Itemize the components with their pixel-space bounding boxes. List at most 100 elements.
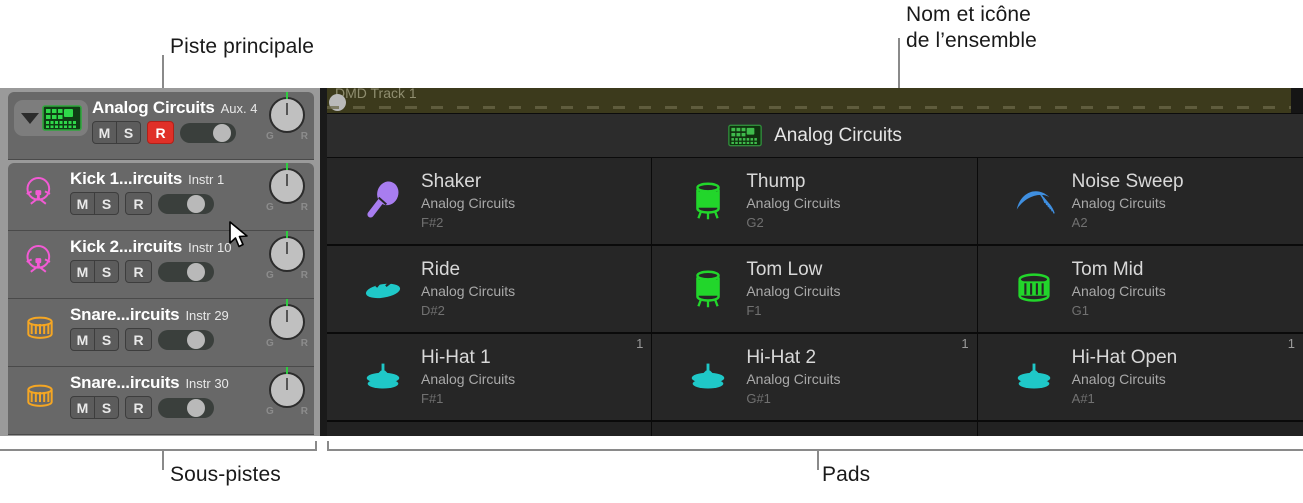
pad-note: D#2 [421, 303, 445, 318]
pad-badge: 1 [1287, 336, 1295, 351]
subtrack-channel: Instr 29 [185, 308, 229, 323]
pan-knob-group[interactable]: GR [264, 367, 310, 417]
midi-region-strip[interactable]: DMD Track 1 [327, 88, 1303, 114]
pad-note: G1 [1071, 303, 1089, 318]
mute-button[interactable]: M [92, 121, 117, 144]
pad-name: Hi-Hat 1 [421, 347, 491, 368]
noise-sweep-icon [1016, 191, 1055, 214]
pan-knob-group[interactable]: GR [264, 231, 310, 281]
pad-cell[interactable]: Tom Low Analog Circuits F1 [652, 246, 978, 334]
subtrack-header[interactable]: Kick 2...ircuits Instr 10 M S R G R [8, 231, 314, 299]
pad-subtitle: Analog Circuits [421, 283, 516, 299]
track-headers-sidebar: Analog Circuits Aux. 4 M S R G R Kick 1.… [0, 88, 320, 436]
mute-button[interactable]: M [70, 396, 95, 419]
pad-note: F1 [746, 303, 762, 318]
subtrack-name: Kick 2...ircuits [70, 237, 183, 256]
annotation-subtracks: Sous-pistes [170, 463, 281, 486]
pad-subtitle: Analog Circuits [746, 283, 841, 299]
pan-knob[interactable] [269, 367, 305, 408]
track-disclosure-button[interactable] [14, 100, 88, 136]
volume-slider-thumb[interactable] [187, 262, 205, 281]
brace-sidebar [0, 449, 317, 451]
volume-slider[interactable] [180, 122, 236, 143]
subtrack-header[interactable]: Kick 1...ircuits Instr 1MSRGR [8, 163, 314, 231]
annotation-pads: Pads [822, 463, 871, 486]
knob-value-marker [286, 299, 288, 306]
pan-knob[interactable] [269, 92, 305, 133]
pad-cell[interactable]: Hi-Hat Open Analog Circuits A#1 1 [977, 334, 1303, 422]
volume-slider[interactable] [158, 329, 214, 350]
region-note-marks [327, 106, 1303, 109]
subtrack-channel: Instr 10 [188, 240, 232, 255]
mute-button[interactable]: M [70, 192, 95, 215]
pad-cell[interactable]: Noise Sweep Analog Circuits A2 [977, 158, 1303, 246]
solo-button[interactable]: S [95, 328, 119, 351]
pan-knob-group[interactable]: GR [264, 299, 310, 349]
volume-slider-thumb[interactable] [213, 123, 231, 142]
record-enable-button[interactable]: R [147, 121, 174, 144]
pan-knob[interactable] [269, 163, 305, 204]
volume-slider[interactable] [158, 193, 214, 214]
volume-slider[interactable] [158, 397, 214, 418]
pad-icon-slot [670, 354, 746, 400]
knob-value-marker [286, 367, 288, 374]
pad-cell[interactable]: Hi-Hat 2 Analog Circuits G#1 1 [652, 334, 978, 422]
pad-cell[interactable]: Hi-Hat 1 Analog Circuits F#1 1 [327, 334, 653, 422]
main-track-header[interactable]: Analog Circuits Aux. 4 M S R G R [8, 92, 314, 160]
knob-label-g: G [266, 338, 274, 349]
pad-icon-slot [670, 266, 746, 312]
solo-button[interactable]: S [95, 192, 119, 215]
pad-note: G#1 [746, 391, 771, 406]
solo-button[interactable]: S [95, 260, 119, 283]
leader-line-main-track [162, 55, 164, 89]
pad-name: Tom Mid [1071, 259, 1144, 280]
record-enable-button[interactable]: R [125, 328, 152, 351]
pane-scrollbar[interactable] [1291, 88, 1303, 113]
solo-button[interactable]: S [95, 396, 119, 419]
pad-note: A#1 [1071, 391, 1095, 406]
record-enable-button[interactable]: R [125, 192, 152, 215]
pad-cell[interactable]: Tom Mid Analog Circuits G1 [977, 246, 1303, 334]
mouse-cursor-icon [229, 221, 248, 248]
record-enable-button[interactable]: R [125, 260, 152, 283]
pad-cell-partial[interactable] [652, 422, 978, 436]
main-track-channel: Aux. 4 [220, 101, 258, 116]
pad-icon-slot [996, 178, 1072, 224]
pad-name: Shaker [421, 171, 482, 192]
pad-cell[interactable]: Thump Analog Circuits G2 [652, 158, 978, 246]
pad-cell[interactable]: Shaker Analog Circuits F#2 [327, 158, 653, 246]
mute-solo-group: MS [70, 192, 119, 215]
knob-pointer [286, 174, 288, 186]
subtrack-header[interactable]: Snare...ircuits Instr 29 M S R G R [8, 299, 314, 367]
volume-slider-thumb[interactable] [187, 194, 205, 213]
snare-drum-icon [27, 384, 53, 407]
volume-slider-thumb[interactable] [187, 398, 205, 417]
solo-button[interactable]: S [117, 121, 141, 144]
subtrack-header[interactable]: Snare...ircuits Instr 30 M S R G R [8, 367, 314, 435]
tom-tall-icon [696, 270, 721, 308]
hi-hat-icon [366, 363, 400, 389]
midi-region-label: DMD Track 1 [335, 88, 417, 101]
pan-knob[interactable] [269, 231, 305, 272]
ensemble-header[interactable]: Analog Circuits [327, 114, 1303, 158]
pad-cell-partial[interactable] [977, 422, 1303, 436]
knob-value-marker [286, 92, 288, 99]
subtrack-channel: Instr 1 [188, 172, 225, 187]
mute-button[interactable]: M [70, 328, 95, 351]
pan-knob-group[interactable]: G R [264, 92, 310, 142]
mute-button[interactable]: M [70, 260, 95, 283]
mute-solo-group: MS [70, 396, 119, 419]
knob-label-g: G [266, 270, 274, 281]
pan-knob[interactable] [269, 299, 305, 340]
pad-name: Ride [421, 259, 461, 280]
volume-slider-thumb[interactable] [187, 330, 205, 349]
maraca-icon [367, 181, 399, 218]
brace-pads [327, 449, 1303, 451]
pad-icon-slot [345, 354, 421, 400]
pad-cell[interactable]: Ride Analog Circuits D#2 [327, 246, 653, 334]
pad-note: G2 [746, 215, 764, 230]
pad-cell-partial[interactable] [327, 422, 653, 436]
record-enable-button[interactable]: R [125, 396, 152, 419]
pan-knob-group[interactable]: GR [264, 163, 310, 213]
volume-slider[interactable] [158, 261, 214, 282]
